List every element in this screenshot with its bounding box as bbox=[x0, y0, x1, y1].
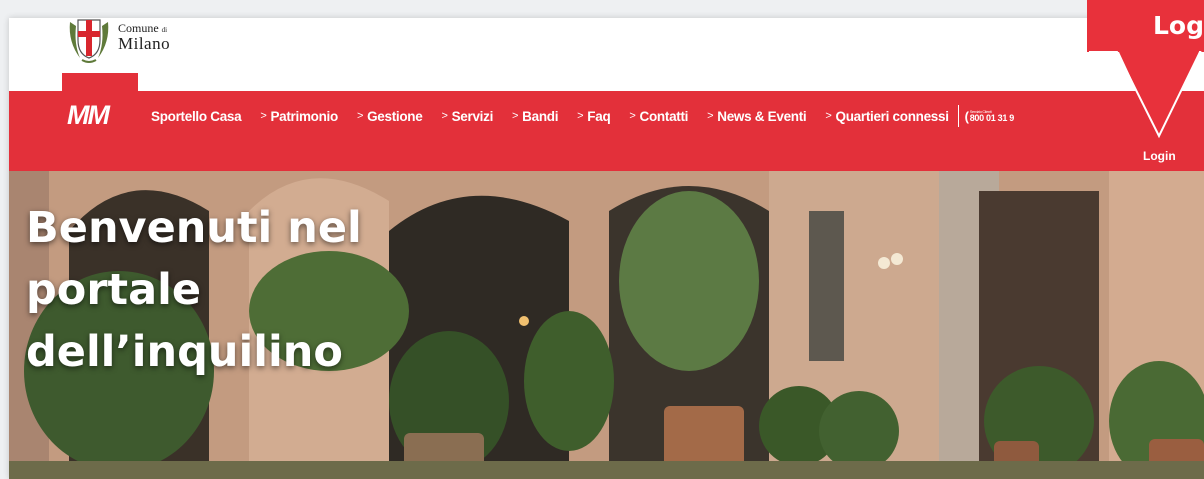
chevron-right-icon: > bbox=[441, 110, 448, 122]
nav-item-patrimonio[interactable]: > Patrimonio bbox=[260, 109, 338, 124]
chevron-right-icon: > bbox=[629, 110, 636, 122]
hero-title: Benvenuti nel portale dell’inquilino bbox=[26, 197, 362, 383]
mm-logo[interactable]: MM bbox=[67, 100, 131, 133]
nav-item-gestione[interactable]: > Gestione bbox=[357, 109, 423, 124]
chevron-right-icon: > bbox=[512, 110, 519, 122]
nav-item-sportello-casa[interactable]: Sportello Casa bbox=[151, 109, 242, 124]
milano-label: Milano bbox=[118, 34, 171, 53]
nav-item-quartieri-connessi[interactable]: > Quartieri connessi bbox=[825, 109, 949, 124]
login-callout: Log bbox=[1087, 0, 1204, 139]
chevron-right-icon: > bbox=[707, 110, 714, 122]
milano-coat-of-arms-icon bbox=[69, 19, 109, 63]
browser-viewport: Comune di Milano MM Sportello Casa > Patr… bbox=[9, 18, 1204, 479]
nav-item-bandi[interactable]: > Bandi bbox=[512, 109, 558, 124]
phone-number: 800 01 31 9 bbox=[969, 112, 1015, 123]
hero-title-line-2: portale bbox=[26, 265, 202, 315]
nav-item-news-eventi[interactable]: > News & Eventi bbox=[707, 109, 807, 124]
nav-item-faq[interactable]: > Faq bbox=[577, 109, 611, 124]
top-header: Comune di Milano bbox=[9, 18, 1204, 87]
svg-text:MM: MM bbox=[67, 102, 110, 128]
login-link[interactable]: Login bbox=[1143, 149, 1176, 163]
callout-label: Log bbox=[1153, 11, 1204, 40]
phone-bracket-icon: ( bbox=[964, 108, 969, 124]
mm-tab bbox=[62, 73, 138, 91]
comune-milano-logo[interactable]: Comune di Milano bbox=[66, 18, 170, 64]
comune-label: Comune di bbox=[118, 21, 168, 35]
chevron-right-icon: > bbox=[356, 110, 364, 122]
hero-title-line-3: dell’inquilino bbox=[26, 327, 343, 377]
nav-item-contatti[interactable]: > Contatti bbox=[629, 109, 688, 124]
nav-divider bbox=[957, 105, 959, 127]
chevron-right-icon: > bbox=[260, 110, 267, 122]
main-navigation: MM Sportello Casa > Patrimonio > Gestione … bbox=[9, 91, 1204, 171]
hero-title-line-1: Benvenuti nel bbox=[26, 203, 362, 253]
chevron-right-icon: > bbox=[577, 110, 584, 122]
chevron-right-icon: > bbox=[825, 110, 832, 122]
customer-service-phone[interactable]: ( Servizio Clienti 800 01 31 9 bbox=[964, 108, 1015, 124]
hero-banner: Benvenuti nel portale dell’inquilino bbox=[9, 171, 1204, 479]
nav-item-servizi[interactable]: > Servizi bbox=[441, 109, 493, 124]
mm-logo-icon: MM bbox=[67, 100, 112, 130]
